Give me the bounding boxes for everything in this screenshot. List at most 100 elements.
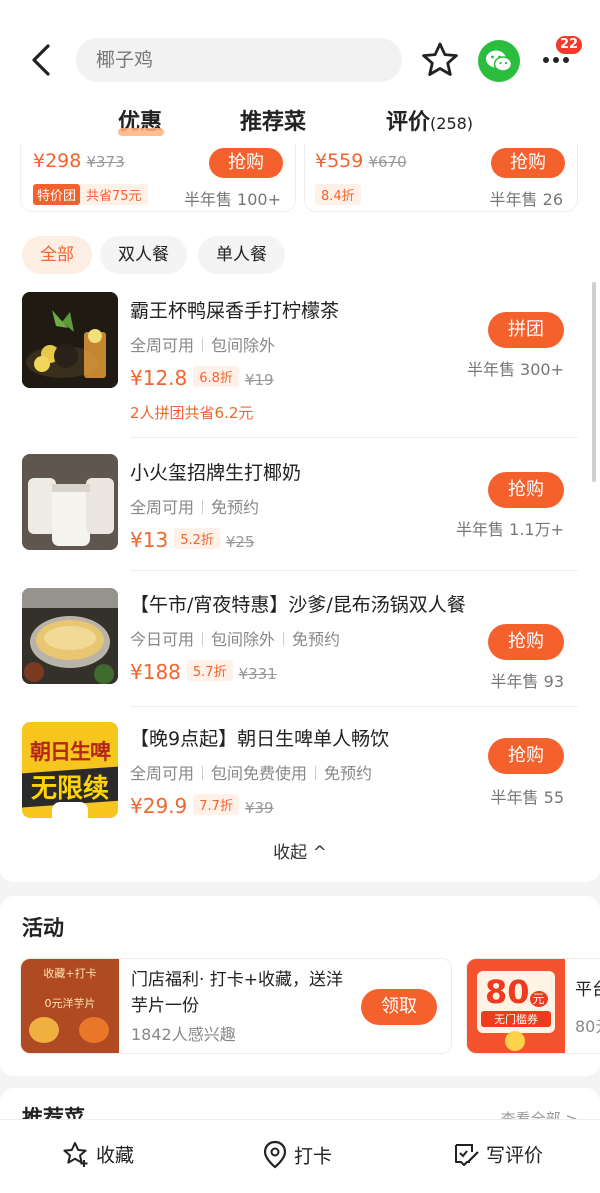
- condition: 全周可用: [130, 764, 195, 783]
- group-savings: 2人拼团共省6.2元: [130, 404, 254, 422]
- special-tag: 特价团: [33, 184, 81, 205]
- divider: [130, 706, 578, 707]
- separator: [202, 500, 204, 514]
- filter-double[interactable]: 双人餐: [100, 236, 187, 274]
- thumb-text: 收藏+打卡: [43, 967, 97, 980]
- condition: 今日可用: [130, 630, 195, 649]
- deal-price: ¥298: [33, 150, 82, 172]
- item-discount: 5.2折: [174, 528, 220, 549]
- hotpot-image: [22, 588, 118, 684]
- grab-button[interactable]: 抢购: [488, 624, 564, 660]
- deal-tags: 特价团 共省75元: [33, 184, 148, 205]
- condition: 免预约: [211, 498, 260, 517]
- condition: 包间除外: [211, 630, 276, 649]
- item-title: 【午市/宵夜特惠】沙爹/昆布汤锅双人餐: [130, 594, 466, 616]
- wechat-share-button[interactable]: [478, 40, 520, 82]
- deal-old-price: ¥373: [86, 153, 125, 171]
- item-price-row: ¥29.9 7.7折 ¥39: [130, 794, 274, 818]
- discount-tag: 8.4折: [315, 184, 361, 205]
- chevron-left-icon: [32, 44, 50, 76]
- deal-card[interactable]: ¥559 ¥670 抢购 8.4折 半年售 26: [304, 144, 578, 212]
- separator: [202, 338, 204, 352]
- item-title: 小火玺招牌生打椰奶: [130, 462, 302, 484]
- coupon-thumbnail: 80 元 无门槛券: [467, 959, 565, 1053]
- item-conditions: 全周可用 包间免费使用 免预约: [130, 760, 372, 784]
- collect-button[interactable]: 收藏: [62, 1140, 134, 1172]
- item-conditions: 今日可用 包间除外 免预约: [130, 626, 340, 650]
- deal-item[interactable]: 【午市/宵夜特惠】沙爹/昆布汤锅双人餐 今日可用 包间除外 免预约 ¥188 5.7折…: [0, 588, 600, 691]
- item-price-row: ¥12.8 6.8折 ¥19: [130, 366, 274, 390]
- activity-title: 平台: [575, 980, 600, 1000]
- deal-price-row: ¥559 ¥670: [315, 150, 407, 172]
- item-thumbnail: [22, 454, 118, 550]
- item-sold: 半年售 1.1万+: [456, 520, 564, 539]
- item-sold: 半年售 55: [490, 788, 564, 807]
- item-discount: 6.8折: [193, 366, 239, 387]
- location-pin-icon: [263, 1140, 287, 1169]
- activity-card[interactable]: 收藏+打卡 0元洋芋片 门店福利· 打卡+收藏，送洋芋片一份 1842人感兴趣 …: [20, 958, 452, 1054]
- back-button[interactable]: [24, 38, 60, 82]
- deal-card[interactable]: ¥298 ¥373 抢购 特价团 共省75元 半年售 100+: [20, 144, 296, 212]
- deal-item[interactable]: 朝日生啤 无限续 【晚9点起】朝日生啤单人畅饮 全周可用 包间免费使用 免预约 ¥2…: [0, 722, 600, 822]
- group-buy-button[interactable]: 拼团: [488, 312, 564, 348]
- edit-review-icon: [455, 1144, 479, 1166]
- condition: 全周可用: [130, 498, 195, 517]
- thumb-text: 朝日生啤: [30, 740, 111, 764]
- divider: [130, 570, 578, 571]
- item-title: 【晚9点起】朝日生啤单人畅饮: [130, 728, 390, 750]
- write-review-button[interactable]: 写评价: [452, 1140, 543, 1172]
- separator: [202, 632, 204, 646]
- tab-reviews[interactable]: 评价(258): [386, 104, 473, 136]
- checkin-button[interactable]: 打卡: [262, 1140, 332, 1172]
- grab-button[interactable]: 抢购: [209, 148, 283, 178]
- thumb-text: 无限续: [30, 774, 109, 804]
- claim-button[interactable]: 领取: [361, 989, 437, 1025]
- beer-foam: [52, 802, 88, 818]
- thumb-text: 0元洋芋片: [44, 997, 96, 1010]
- item-title: 霸王杯鸭屎香手打柠檬茶: [130, 300, 340, 322]
- separator: [283, 632, 285, 646]
- star-icon: [422, 42, 458, 76]
- item-price: ¥188: [130, 660, 181, 684]
- activity-thumbnail: 收藏+打卡 0元洋芋片: [21, 959, 119, 1053]
- item-thumbnail: [22, 588, 118, 684]
- filter-single[interactable]: 单人餐: [198, 236, 285, 274]
- chips-image: [29, 1017, 59, 1043]
- filter-all[interactable]: 全部: [22, 236, 92, 274]
- item-conditions: 全周可用 包间除外: [130, 332, 275, 356]
- item-price: ¥29.9: [130, 794, 188, 818]
- collapse-button[interactable]: 收起 ^: [0, 838, 600, 863]
- active-tab-indicator: [118, 128, 164, 136]
- star-plus-icon: [63, 1142, 88, 1167]
- grab-button[interactable]: 抢购: [488, 738, 564, 774]
- coupon-value: 80 元: [485, 973, 548, 1011]
- search-input[interactable]: 椰子鸡: [76, 38, 402, 82]
- top-bar: 椰子鸡 22 优惠 推荐菜 评价(258): [0, 0, 600, 152]
- deal-item[interactable]: 霸王杯鸭屎香手打柠檬茶 全周可用 包间除外 ¥12.8 6.8折 ¥19 2人拼团共省…: [0, 292, 600, 432]
- condition: 包间免费使用: [211, 764, 308, 783]
- collect-label: 收藏: [96, 1144, 135, 1167]
- deal-sold: 半年售 100+: [183, 190, 281, 209]
- item-conditions: 全周可用 免预约: [130, 494, 259, 518]
- chips-image: [79, 1017, 109, 1043]
- deal-tags: 8.4折: [315, 184, 361, 205]
- condition: 免预约: [292, 630, 341, 649]
- favorite-button[interactable]: [420, 40, 460, 80]
- scrollbar[interactable]: [592, 282, 596, 482]
- item-thumbnail: 朝日生啤 无限续: [22, 722, 118, 818]
- tab-recommended[interactable]: 推荐菜: [240, 104, 306, 136]
- item-discount: 5.7折: [186, 660, 233, 681]
- activity-subtitle: 80元: [575, 1017, 600, 1036]
- condition: 全周可用: [130, 336, 195, 355]
- interest-count: 1842人感兴趣: [131, 1025, 236, 1044]
- savings-tag: 共省75元: [80, 184, 148, 205]
- activity-card[interactable]: 80元 无门槛券 平台 80元: [466, 958, 600, 1054]
- tab-reviews-label: 评价: [386, 110, 431, 135]
- grab-button[interactable]: 抢购: [488, 472, 564, 508]
- deal-item[interactable]: 小火玺招牌生打椰奶 全周可用 免预约 ¥13 5.2折 ¥25 抢购 半年售 1.1万…: [0, 454, 600, 554]
- activity-section: 活动 收藏+打卡 0元洋芋片 门店福利· 打卡+收藏，送洋芋片一份 1842人感…: [0, 896, 600, 1076]
- grab-button[interactable]: 抢购: [491, 148, 565, 178]
- item-old-price: ¥19: [244, 371, 274, 389]
- tab-bar: 优惠 推荐菜 评价(258): [0, 104, 600, 148]
- divider: [130, 437, 578, 438]
